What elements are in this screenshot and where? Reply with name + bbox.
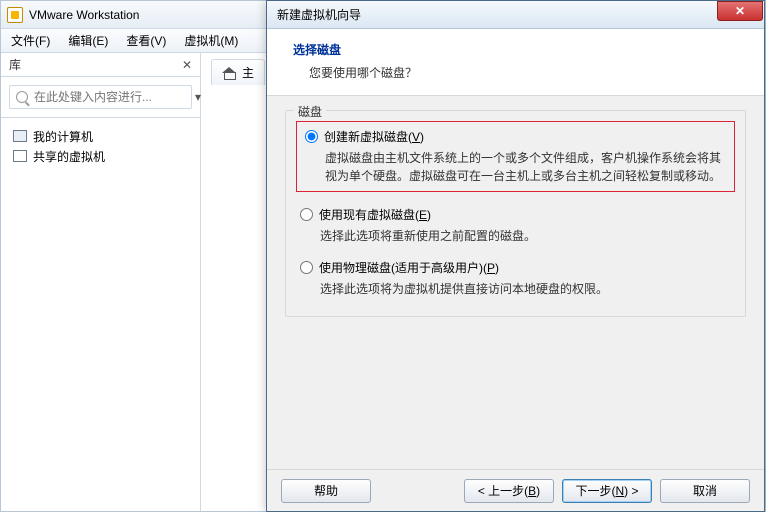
- cancel-button[interactable]: 取消: [660, 479, 750, 503]
- disk-groupbox: 磁盘 创建新虚拟磁盘(V) 虚拟磁盘由主机文件系统上的一个或多个文件组成，客户机…: [285, 110, 746, 317]
- dialog-header: 选择磁盘 您要使用哪个磁盘？: [267, 29, 764, 96]
- radio-use-existing[interactable]: [300, 208, 313, 221]
- sidebar-search[interactable]: ▾: [9, 85, 192, 109]
- tree-item-my-computer[interactable]: 我的计算机: [13, 126, 188, 146]
- tree-item-shared-vms[interactable]: 共享的虚拟机: [13, 146, 188, 166]
- radio-use-physical-label[interactable]: 使用物理磁盘(适用于高级用户)(P): [319, 259, 499, 276]
- option-use-existing: 使用现有虚拟磁盘(E) 选择此选项将重新使用之前配置的磁盘。: [300, 206, 731, 245]
- step-subtitle: 您要使用哪个磁盘？: [293, 64, 738, 81]
- sidebar: 库 ✕ ▾ 我的计算机 共享的虚拟机: [1, 53, 201, 511]
- computer-icon: [13, 130, 27, 142]
- step-title: 选择磁盘: [293, 41, 738, 58]
- sidebar-header: 库 ✕: [1, 53, 200, 77]
- sidebar-close-icon[interactable]: ✕: [182, 58, 192, 72]
- vmware-app-icon: [7, 7, 23, 23]
- tree-label: 我的计算机: [33, 128, 93, 145]
- radio-create-new-label[interactable]: 创建新虚拟磁盘(V): [324, 128, 424, 145]
- shared-vms-icon: [13, 150, 27, 162]
- menu-vm[interactable]: 虚拟机(M): [184, 32, 238, 49]
- groupbox-legend: 磁盘: [294, 103, 326, 120]
- highlight-annotation: 创建新虚拟磁盘(V) 虚拟磁盘由主机文件系统上的一个或多个文件组成，客户机操作系…: [296, 121, 735, 192]
- new-vm-wizard-dialog: 新建虚拟机向导 ✕ 选择磁盘 您要使用哪个磁盘？ 磁盘 创建新虚拟磁盘(V) 虚…: [266, 0, 765, 512]
- home-icon: [222, 67, 236, 79]
- option-create-new: 创建新虚拟磁盘(V) 虚拟磁盘由主机文件系统上的一个或多个文件组成，客户机操作系…: [305, 128, 726, 185]
- close-button[interactable]: ✕: [717, 1, 763, 21]
- dialog-title: 新建虚拟机向导: [277, 6, 361, 23]
- menu-edit[interactable]: 编辑(E): [68, 32, 108, 49]
- main-title: VMware Workstation: [29, 8, 139, 22]
- radio-create-new[interactable]: [305, 130, 318, 143]
- radio-use-physical-desc: 选择此选项将为虚拟机提供直接访问本地硬盘的权限。: [320, 280, 731, 298]
- tree-label: 共享的虚拟机: [33, 148, 105, 165]
- help-button[interactable]: 帮助: [281, 479, 371, 503]
- dialog-titlebar[interactable]: 新建虚拟机向导 ✕: [267, 1, 764, 29]
- radio-use-physical[interactable]: [300, 261, 313, 274]
- tab-home[interactable]: 主: [211, 59, 265, 85]
- option-use-physical: 使用物理磁盘(适用于高级用户)(P) 选择此选项将为虚拟机提供直接访问本地硬盘的…: [300, 259, 731, 298]
- sidebar-title: 库: [9, 56, 21, 73]
- search-icon: [16, 91, 28, 103]
- close-icon: ✕: [735, 4, 745, 18]
- menu-file[interactable]: 文件(F): [11, 32, 50, 49]
- radio-create-new-desc: 虚拟磁盘由主机文件系统上的一个或多个文件组成，客户机操作系统会将其视为单个硬盘。…: [325, 149, 726, 185]
- next-button[interactable]: 下一步(N) >: [562, 479, 652, 503]
- radio-use-existing-label[interactable]: 使用现有虚拟磁盘(E): [319, 206, 431, 223]
- search-input[interactable]: [34, 90, 189, 104]
- tab-home-label: 主: [242, 64, 254, 81]
- sidebar-tree: 我的计算机 共享的虚拟机: [1, 117, 200, 511]
- back-button[interactable]: < 上一步(B): [464, 479, 554, 503]
- dialog-footer: 帮助 < 上一步(B) 下一步(N) > 取消: [267, 469, 764, 511]
- dialog-body: 磁盘 创建新虚拟磁盘(V) 虚拟磁盘由主机文件系统上的一个或多个文件组成，客户机…: [267, 96, 764, 323]
- menu-view[interactable]: 查看(V): [126, 32, 166, 49]
- radio-use-existing-desc: 选择此选项将重新使用之前配置的磁盘。: [320, 227, 731, 245]
